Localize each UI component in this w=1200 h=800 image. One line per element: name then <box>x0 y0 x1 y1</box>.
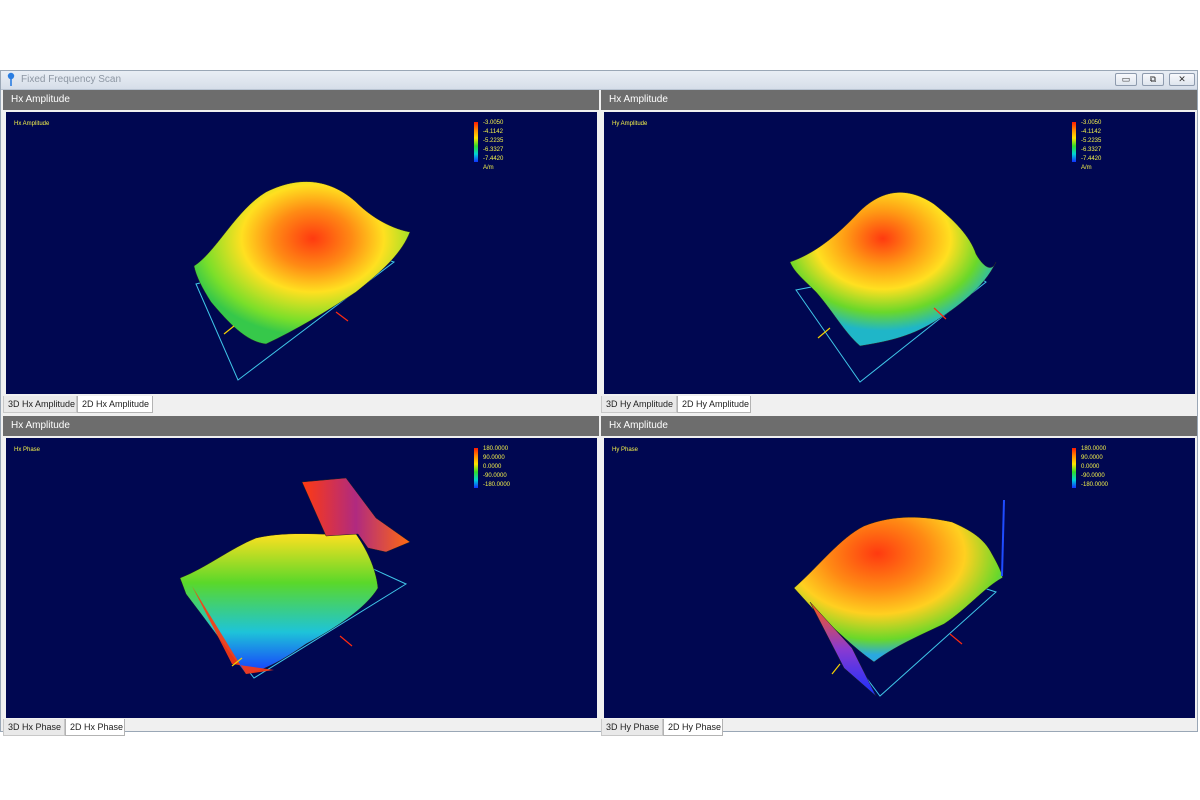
view-tabs: 3D Hy Phase 2D Hy Phase <box>601 719 1197 737</box>
surface-mesh <box>193 181 411 345</box>
tab-3d[interactable]: 3D Hx Phase <box>3 719 65 736</box>
legend-color-bar <box>474 122 478 162</box>
tab-2d[interactable]: 2D Hy Phase <box>663 719 723 736</box>
surface-mesh <box>793 517 1003 663</box>
minimize-button[interactable]: ▭ <box>1115 73 1137 86</box>
legend-label: -3.0050 <box>1081 120 1102 126</box>
tab-2d[interactable]: 2D Hx Amplitude <box>77 396 153 413</box>
legend-label: -4.1142 <box>483 129 503 135</box>
legend-label: -7.4420 <box>1081 156 1102 162</box>
color-legend: -3.0050 -4.1142 -5.2235 -6.3327 -7.4420 … <box>474 120 534 180</box>
tab-2d[interactable]: 2D Hy Amplitude <box>677 396 751 413</box>
plot-title: Hx Amplitude <box>14 121 50 127</box>
panel-hx-phase: Hx Amplitude Hx Phase 180.0000 90.0000 0… <box>3 416 599 736</box>
surface-mesh <box>789 192 997 347</box>
phase-spike <box>1001 499 1005 577</box>
pin-icon <box>7 72 15 86</box>
legend-label: 90.0000 <box>1081 455 1103 461</box>
legend-color-bar <box>1072 122 1076 162</box>
tab-3d[interactable]: 3D Hx Amplitude <box>3 396 77 413</box>
legend-unit: A/m <box>483 165 494 171</box>
legend-label: -4.1142 <box>1081 129 1101 135</box>
plot-area[interactable]: Hy Phase 180.0000 90.0000 0.0000 -90.000… <box>604 438 1195 718</box>
panel-hy-amplitude: Hx Amplitude Hy Amplitude -3.0050 -4.114… <box>601 90 1197 415</box>
plot-title: Hy Phase <box>612 447 639 453</box>
panel-header: Hx Amplitude <box>601 90 1197 110</box>
plot-title: Hx Phase <box>14 447 41 453</box>
title-bar[interactable]: Fixed Frequency Scan ▭ ⧉ ✕ <box>1 71 1197 90</box>
legend-label: 90.0000 <box>483 455 505 461</box>
legend-label: -3.0050 <box>483 120 504 126</box>
panel-header: Hx Amplitude <box>601 416 1197 436</box>
legend-label: 180.0000 <box>1081 446 1107 452</box>
close-button[interactable]: ✕ <box>1169 73 1195 86</box>
color-legend: -3.0050 -4.1142 -5.2235 -6.3327 -7.4420 … <box>1072 120 1132 180</box>
legend-label: -5.2235 <box>1081 138 1102 144</box>
legend-label: 180.0000 <box>483 446 509 452</box>
tab-2d[interactable]: 2D Hx Phase <box>65 719 125 736</box>
surface-mesh <box>179 533 379 675</box>
minimize-icon: ▭ <box>1121 74 1131 84</box>
window-title: Fixed Frequency Scan <box>21 74 122 85</box>
view-tabs: 3D Hx Amplitude 2D Hx Amplitude <box>3 396 599 414</box>
plot-area[interactable]: Hx Amplitude -3.0050 -4.1142 -5.2235 -6.… <box>6 112 597 394</box>
tab-3d[interactable]: 3D Hy Amplitude <box>601 396 677 413</box>
legend-color-bar <box>1072 448 1076 488</box>
panel-hx-amplitude: Hx Amplitude Hx Amplitude -3.0050 -4.114… <box>3 90 599 415</box>
legend-label: -90.0000 <box>483 473 507 479</box>
plot-title: Hy Amplitude <box>612 121 648 127</box>
color-legend: 180.0000 90.0000 0.0000 -90.0000 -180.00… <box>474 446 534 506</box>
color-legend: 180.0000 90.0000 0.0000 -90.0000 -180.00… <box>1072 446 1132 506</box>
legend-label: -7.4420 <box>483 156 504 162</box>
app-window: Fixed Frequency Scan ▭ ⧉ ✕ Hx Amplitude <box>0 70 1198 736</box>
legend-color-bar <box>474 448 478 488</box>
restore-icon: ⧉ <box>1149 74 1157 84</box>
tab-3d[interactable]: 3D Hy Phase <box>601 719 663 736</box>
restore-button[interactable]: ⧉ <box>1142 73 1164 86</box>
legend-label: -6.3327 <box>483 147 504 153</box>
legend-label: 0.0000 <box>483 464 502 470</box>
legend-label: -180.0000 <box>1081 482 1109 488</box>
plot-area[interactable]: Hx Phase 180.0000 90.0000 0.0000 -90.000… <box>6 438 597 718</box>
close-icon: ✕ <box>1178 74 1186 84</box>
legend-label: -5.2235 <box>483 138 504 144</box>
legend-label: -6.3327 <box>1081 147 1102 153</box>
panel-hy-phase: Hx Amplitude Hy Phase 180.0000 90.0000 0… <box>601 416 1197 736</box>
panel-header: Hx Amplitude <box>3 416 599 436</box>
legend-unit: A/m <box>1081 165 1092 171</box>
view-tabs: 3D Hx Phase 2D Hx Phase <box>3 719 599 737</box>
plot-area[interactable]: Hy Amplitude -3.0050 -4.1142 -5.2235 -6.… <box>604 112 1195 394</box>
legend-label: -90.0000 <box>1081 473 1105 479</box>
panel-header: Hx Amplitude <box>3 90 599 110</box>
legend-label: -180.0000 <box>483 482 511 488</box>
legend-label: 0.0000 <box>1081 464 1100 470</box>
view-tabs: 3D Hy Amplitude 2D Hy Amplitude <box>601 396 1197 414</box>
